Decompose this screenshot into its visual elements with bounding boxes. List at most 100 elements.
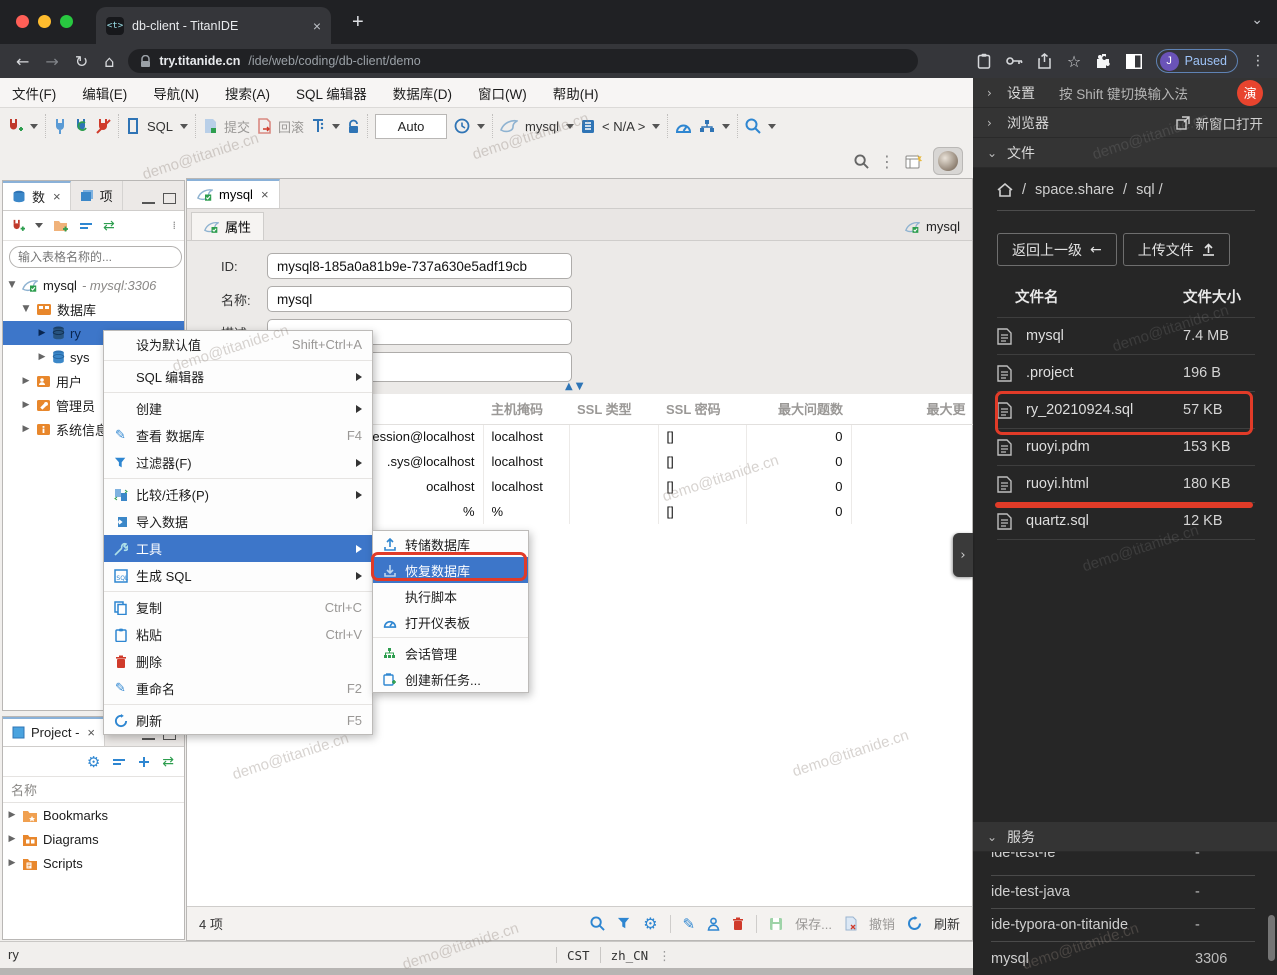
menu-item-sql-editor[interactable]: SQL 编辑器 xyxy=(104,363,372,390)
new-connection-small-caret[interactable] xyxy=(35,223,43,228)
tree-node-connection[interactable]: ▼ mysql - mysql:3306 xyxy=(3,273,184,297)
submenu-item-session-manager[interactable]: 会话管理 xyxy=(373,640,528,666)
open-new-window-button[interactable]: 新窗口打开 xyxy=(1175,113,1263,133)
col-max-updates[interactable]: 最大更 xyxy=(851,394,974,425)
sidebar-browser-row[interactable]: › 浏览器 新窗口打开 xyxy=(973,108,1277,138)
menu-file[interactable]: 文件(F) xyxy=(12,83,56,103)
split-screen-icon[interactable] xyxy=(1126,53,1143,70)
expand-icon[interactable]: ▼ xyxy=(7,280,17,290)
menu-sql-editor[interactable]: SQL 编辑器 xyxy=(296,83,367,103)
back-icon[interactable]: ← xyxy=(16,52,29,71)
revert-label[interactable]: 撤销 xyxy=(869,914,895,933)
sidebar-collapse-handle[interactable]: › xyxy=(953,533,973,577)
delete-row-icon[interactable] xyxy=(732,917,744,931)
id-field[interactable] xyxy=(267,253,572,279)
sidebar-settings-row[interactable]: › 设置 按 Shift 键切换输入法 演 xyxy=(973,78,1277,108)
maximize-window-button[interactable] xyxy=(60,15,73,28)
sql-dropdown-caret[interactable] xyxy=(180,123,189,129)
grid-filter-icon[interactable] xyxy=(617,917,631,930)
grid-settings-icon[interactable]: ⚙ xyxy=(643,914,657,933)
share-icon[interactable] xyxy=(1036,53,1053,70)
tree-node-scripts[interactable]: ▶ Scripts xyxy=(3,851,184,875)
menu-item-rename[interactable]: ✎ 重命名 F2 xyxy=(104,675,372,702)
quick-search-icon[interactable] xyxy=(854,153,869,169)
url-bar[interactable]: try.titanide.cn/ide/web/coding/db-client… xyxy=(128,49,919,73)
menu-item-refresh[interactable]: 刷新 F5 xyxy=(104,707,372,734)
extensions-puzzle-icon[interactable] xyxy=(1096,53,1113,70)
toolbar-overflow-icon[interactable]: ⋮ xyxy=(879,152,895,171)
schema-caret[interactable] xyxy=(652,123,661,129)
object-path[interactable]: mysql xyxy=(905,219,972,240)
lock-toggle-icon[interactable] xyxy=(347,119,360,134)
close-icon[interactable]: × xyxy=(87,725,95,740)
collapse-icon[interactable]: ▶ xyxy=(21,424,31,434)
breadcrumb-space-share[interactable]: space.share xyxy=(1035,182,1114,198)
submenu-item-open-dashboard[interactable]: 打开仪表板 xyxy=(373,609,528,635)
new-connection-small-icon[interactable] xyxy=(11,219,25,233)
menu-item-import-data[interactable]: 导入数据 xyxy=(104,508,372,535)
close-tab-icon[interactable]: × xyxy=(313,18,321,34)
save-label[interactable]: 保存... xyxy=(795,914,832,933)
editor-tab-mysql[interactable]: mysql × xyxy=(187,179,280,208)
file-row-quartz-sql[interactable]: quartz.sql 12 KB xyxy=(997,503,1255,540)
tree-node-diagrams[interactable]: ▶ Diagrams xyxy=(3,827,184,851)
collapse-all-icon[interactable] xyxy=(79,222,93,230)
menu-item-paste[interactable]: 粘贴 Ctrl+V xyxy=(104,621,372,648)
commit-label[interactable]: 提交 xyxy=(224,117,250,136)
go-up-button[interactable]: 返回上一级 ← xyxy=(997,233,1117,266)
forward-icon[interactable]: → xyxy=(45,52,58,71)
transaction-icon[interactable] xyxy=(311,118,325,134)
home-icon[interactable] xyxy=(997,183,1013,197)
menu-item-set-default[interactable]: 设为默认值 Shift+Ctrl+A xyxy=(104,331,372,358)
chevron-down-icon[interactable]: ⌄ xyxy=(1251,12,1263,28)
status-timezone[interactable]: CST xyxy=(567,948,590,963)
col-max-questions[interactable]: 最大问题数 xyxy=(746,394,851,425)
task-caret[interactable] xyxy=(722,123,731,129)
file-row-mysql[interactable]: mysql 7.4 MB xyxy=(997,318,1255,355)
close-window-button[interactable] xyxy=(16,15,29,28)
menu-item-compare[interactable]: 比较/迁移(P) xyxy=(104,481,372,508)
table-filter-input[interactable] xyxy=(9,246,182,268)
submenu-item-create-task[interactable]: 创建新任务... xyxy=(373,666,528,692)
tab-project[interactable]: Project - × xyxy=(3,717,105,746)
minimize-panel-icon[interactable] xyxy=(142,736,155,740)
perspective-icon[interactable] xyxy=(905,153,923,170)
menu-item-copy[interactable]: 复制 Ctrl+C xyxy=(104,594,372,621)
menu-item-generate-sql[interactable]: SQL 生成 SQL xyxy=(104,562,372,589)
col-ssl-pwd[interactable]: SSL 密码 xyxy=(658,394,746,425)
search-icon[interactable] xyxy=(745,118,762,134)
status-locale[interactable]: zh_CN xyxy=(611,948,649,963)
browser-tab[interactable]: <t> db-client - TitanIDE × xyxy=(96,7,331,44)
dashboard-icon[interactable] xyxy=(675,119,692,134)
collapse-all-icon[interactable] xyxy=(112,758,126,766)
menu-edit[interactable]: 编辑(E) xyxy=(82,83,127,103)
col-ssl-type[interactable]: SSL 类型 xyxy=(569,394,658,425)
sql-dropdown-label[interactable]: SQL xyxy=(147,119,173,134)
bookmark-star-icon[interactable]: ☆ xyxy=(1066,52,1083,71)
profile-button[interactable]: J Paused xyxy=(1155,49,1238,73)
clipboard-icon[interactable] xyxy=(976,53,993,70)
menu-search[interactable]: 搜索(A) xyxy=(225,83,270,103)
connection-selector[interactable]: mysql xyxy=(525,119,559,134)
menu-navigate[interactable]: 导航(N) xyxy=(153,83,199,103)
submenu-item-restore-database[interactable]: 恢复数据库 xyxy=(373,557,528,583)
reconnect-icon[interactable] xyxy=(74,118,89,134)
schema-selector[interactable]: < N/A > xyxy=(602,119,645,134)
sidebar-scrollbar[interactable] xyxy=(1268,915,1275,961)
task-scheduler-icon[interactable] xyxy=(699,119,715,134)
breadcrumb-sql[interactable]: sql / xyxy=(1136,182,1163,198)
collapse-icon[interactable]: ▶ xyxy=(37,352,47,362)
file-row-ruoyi-pdm[interactable]: ruoyi.pdm 153 KB xyxy=(997,429,1255,466)
add-row-icon[interactable] xyxy=(707,917,720,931)
grid-search-icon[interactable] xyxy=(590,916,605,931)
service-row-ide-test-fe[interactable]: ide-test-fe - xyxy=(991,852,1255,876)
transaction-caret[interactable] xyxy=(332,123,341,129)
tab-projects[interactable]: 项 xyxy=(71,181,123,210)
link-editor-icon[interactable]: ⇄ xyxy=(103,218,115,234)
new-tab-button[interactable]: + xyxy=(352,12,364,32)
menu-item-delete[interactable]: 删除 xyxy=(104,648,372,675)
file-row-project[interactable]: .project 196 B xyxy=(997,355,1255,392)
collapse-icon[interactable]: ▶ xyxy=(37,328,47,338)
sort-arrows-icon[interactable]: ▲▼ xyxy=(565,381,586,392)
edit-row-icon[interactable]: ✎ xyxy=(683,915,696,933)
